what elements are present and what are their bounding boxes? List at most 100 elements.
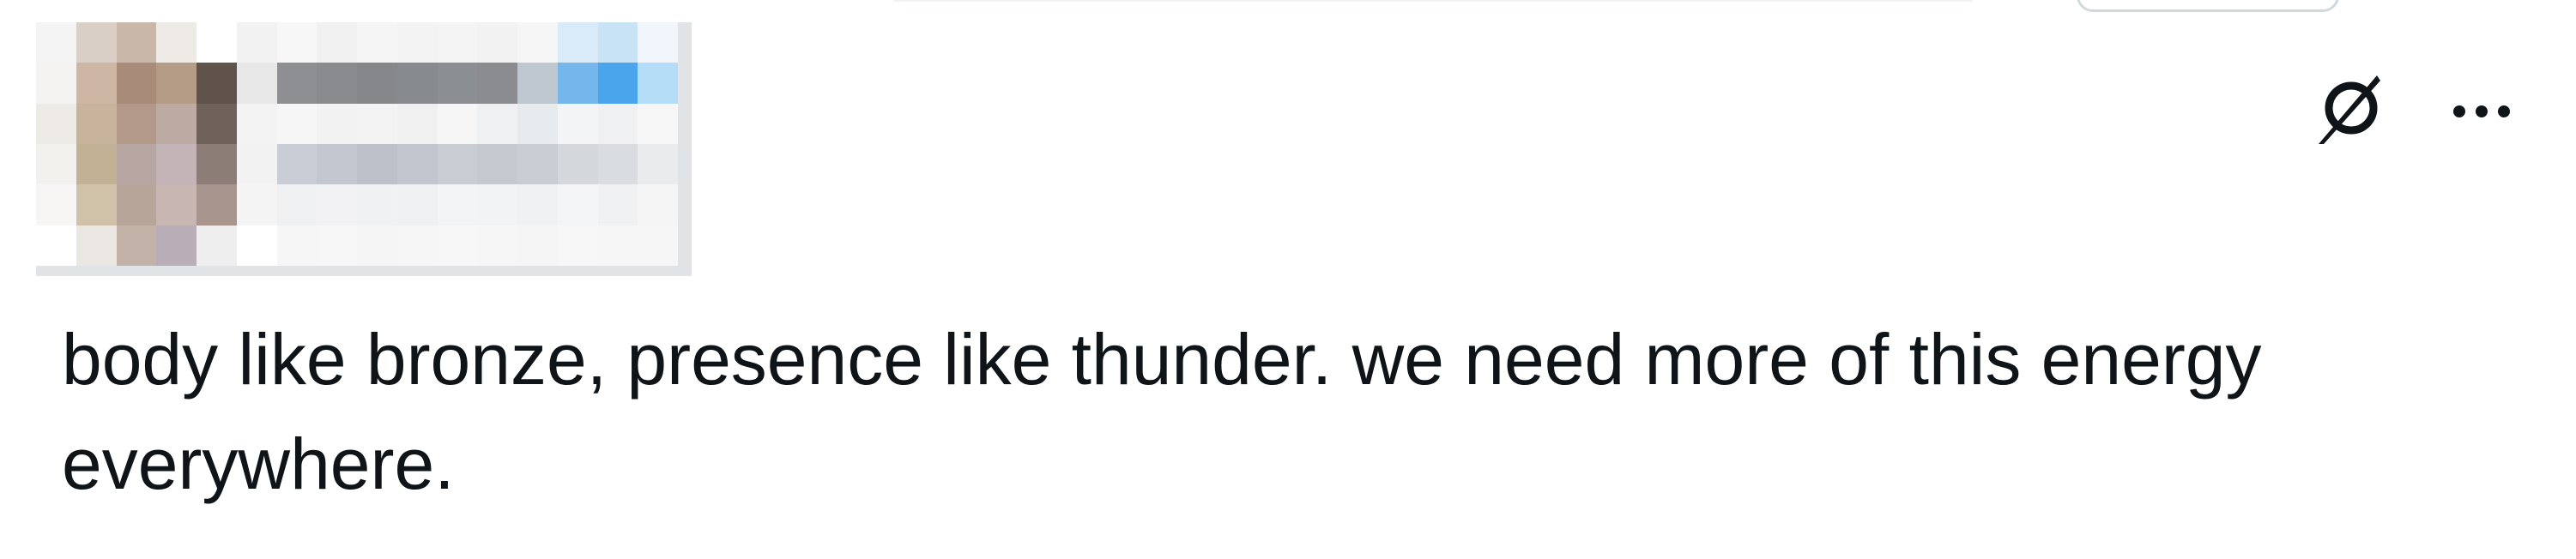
redaction-pixel [477,22,517,63]
redaction-pixel [477,143,517,185]
redaction-pixel [638,103,678,144]
redaction-pixel [36,63,76,104]
redaction-pixel [437,184,478,225]
grok-action-button[interactable] [2308,69,2391,151]
redaction-pixel [557,22,598,63]
redaction-pixel [437,143,478,185]
redaction-pixel [317,63,357,104]
redaction-pixel [317,143,357,185]
redaction-pixel [557,225,598,266]
post-card[interactable]: body like bronze, presence like thunder.… [0,0,2576,559]
redaction-pixel [396,22,438,63]
redaction-pixel [197,103,237,144]
redaction-pixel [236,63,277,104]
redaction-pixel [638,184,678,225]
post-actions [2308,69,2523,151]
redaction-pixel [517,22,558,63]
redaction-pixel [557,63,598,104]
redaction-pixel [197,184,237,225]
redaction-pixel [357,225,397,266]
redaction-pixel [638,22,678,63]
redaction-pixel [116,22,157,63]
redaction-pixel [236,184,277,225]
redaction-pixel [36,22,76,63]
redaction-pixel [76,63,117,104]
redaction-pixel [517,63,558,104]
redaction-pixel [437,225,478,266]
more-options-button[interactable] [2440,69,2523,151]
redaction-pixel [517,184,558,225]
redaction-pixel [357,143,397,185]
previous-post-bottom-edge [892,0,1974,2]
redaction-pixel [597,184,638,225]
redaction-pixel [76,184,117,225]
redaction-pixel [396,143,438,185]
redaction-pixel [116,143,157,185]
redaction-pixel [156,143,197,185]
redaction-pixel [156,63,197,104]
redaction-pixel [276,143,317,185]
redaction-pixel [156,22,197,63]
redaction-pixel [517,225,558,266]
redaction-pixel [477,184,517,225]
redaction-pixel [477,63,517,104]
redaction-pixel [357,103,397,144]
redaction-pixel [317,103,357,144]
redaction-pixel [236,103,277,144]
redaction-pixel [437,103,478,144]
post-text: body like bronze, presence like thunder.… [62,319,2262,504]
redaction-pixel [396,103,438,144]
redaction-pixel [597,63,638,104]
redaction-pixel [276,103,317,144]
redaction-pixel [557,143,598,185]
redaction-pixel [197,22,237,63]
redaction-pixel [557,103,598,144]
redaction-pixel [36,143,76,185]
redaction-pixel [197,225,237,266]
redaction-pixel [76,22,117,63]
redaction-pixel [317,22,357,63]
redaction-pixel [396,63,438,104]
redaction-pixel [638,143,678,185]
redaction-pixel [396,225,438,266]
redaction-pixel [317,184,357,225]
redaction-pixel [597,22,638,63]
redaction-pixel [396,184,438,225]
redaction-pixel [236,143,277,185]
redaction-pixel [276,184,317,225]
redaction-pixel [437,22,478,63]
redaction-pixel [437,63,478,104]
grok-slash-circle-icon [2319,75,2380,144]
redaction-pixel [197,143,237,185]
redaction-pixelation [36,22,678,266]
redaction-pixel [236,22,277,63]
redaction-pixel [597,225,638,266]
redaction-pixel [156,225,197,266]
previous-post-button-edge[interactable] [2077,0,2339,12]
redaction-pixel [477,225,517,266]
redaction-pixel [517,143,558,185]
redaction-pixel [156,103,197,144]
redaction-pixel [116,225,157,266]
redaction-pixel [116,63,157,104]
redaction-pixel [557,184,598,225]
redaction-pixel [276,63,317,104]
redaction-pixel [317,225,357,266]
redaction-pixel [276,22,317,63]
redaction-pixel [76,103,117,144]
redaction-pixel [116,184,157,225]
redaction-pixel [357,63,397,104]
redaction-pixel [597,143,638,185]
redaction-pixel [236,225,277,266]
author-header-redacted[interactable] [36,22,692,276]
redaction-pixel [76,225,117,266]
redaction-pixel [357,22,397,63]
redaction-pixel [638,63,678,104]
redaction-pixel [36,103,76,144]
redaction-pixel [156,184,197,225]
redaction-pixel [477,103,517,144]
redaction-pixel [36,184,76,225]
redaction-pixel [76,143,117,185]
redaction-pixel [517,103,558,144]
more-horizontal-icon [2453,105,2510,117]
